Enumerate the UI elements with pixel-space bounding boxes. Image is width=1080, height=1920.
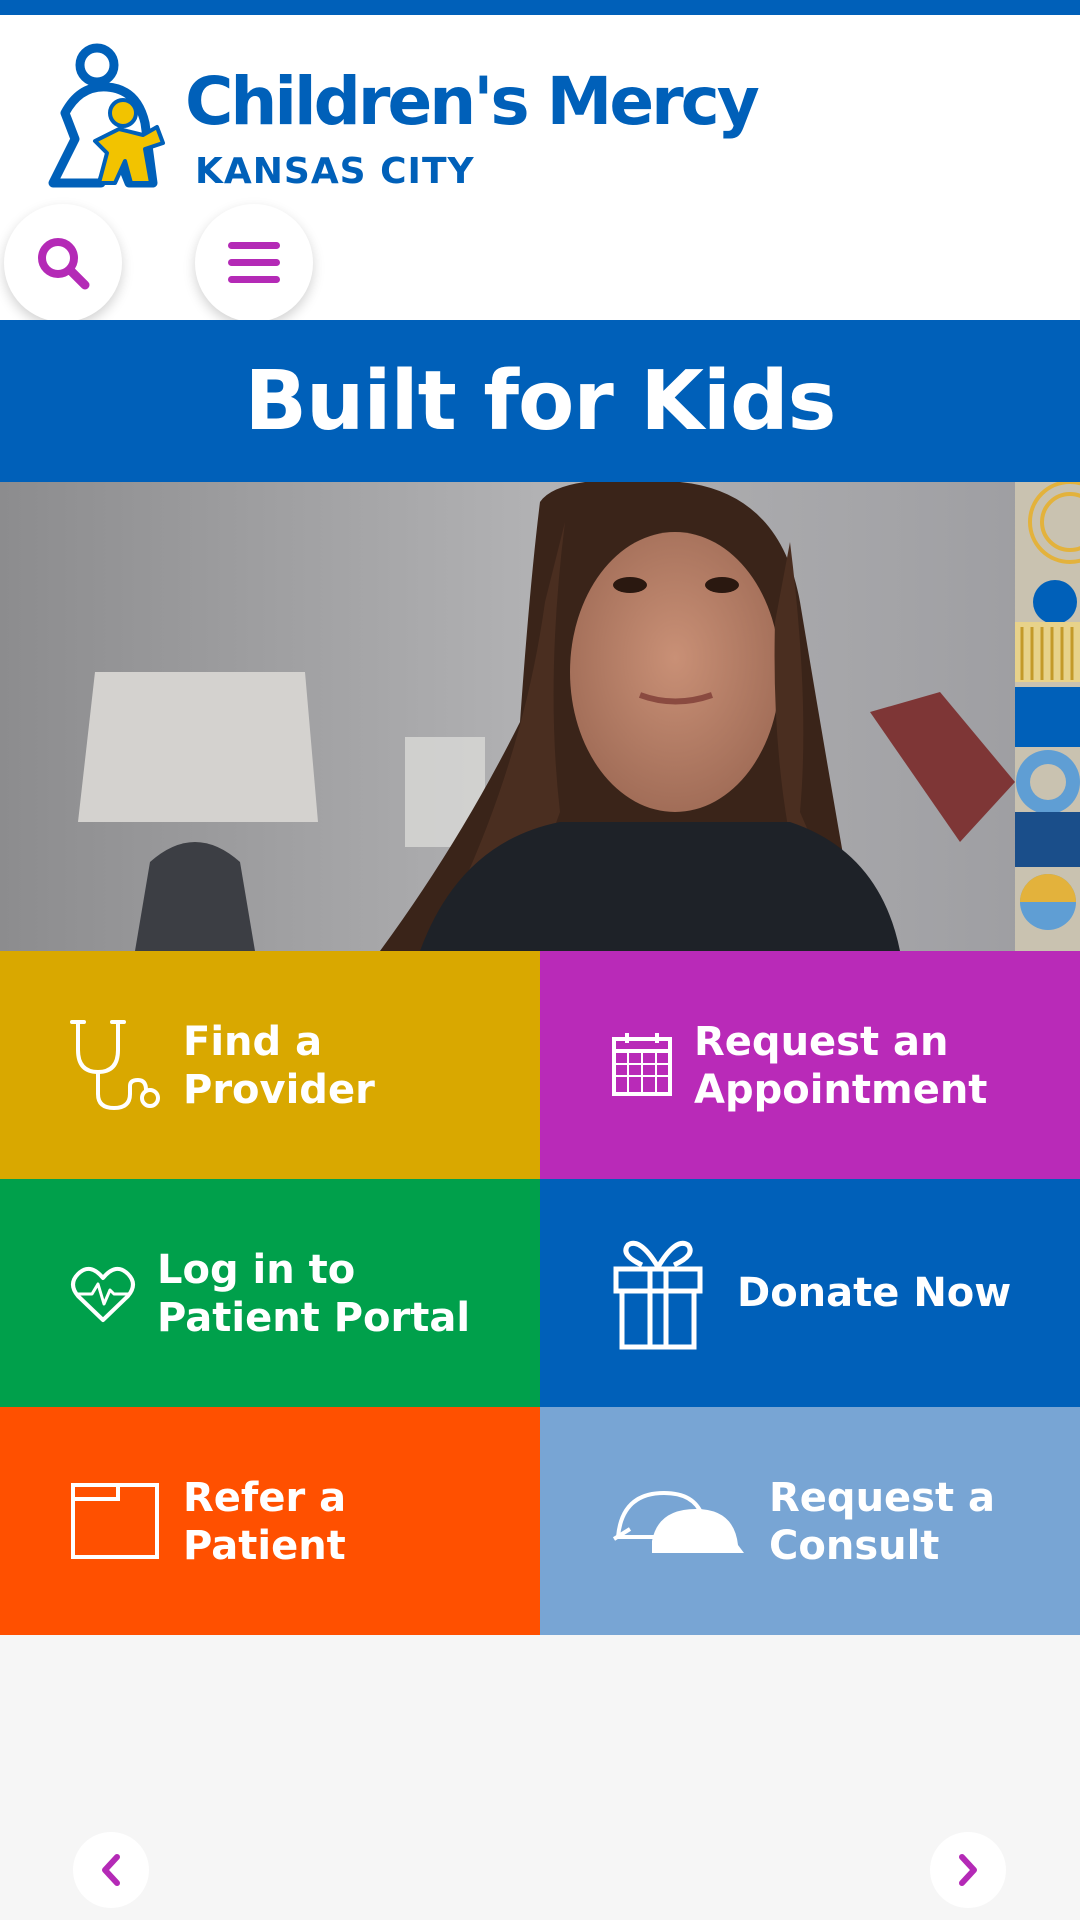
refer-patient-label: Refer a Patient [183, 1474, 523, 1570]
find-provider-label: Find a Provider [183, 1018, 523, 1114]
top-accent-stripe [0, 0, 1080, 15]
find-provider-tile[interactable]: Find a Provider [0, 951, 540, 1179]
donate-now-label-line1: Donate Now [737, 1270, 1012, 1316]
quick-links-grid: Find a Provider Request an Appointment L… [0, 951, 1080, 1635]
patient-portal-tile[interactable]: Log in to Patient Portal [0, 1179, 540, 1407]
request-appointment-label: Request an Appointment [694, 1018, 1034, 1114]
childrens-mercy-logo[interactable]: Children's Mercy KANSAS CITY [45, 43, 760, 203]
chevron-right-icon [959, 1854, 977, 1886]
find-provider-label-line1: Find a [183, 1019, 323, 1065]
logo-mark-icon [48, 43, 165, 188]
request-appointment-label-line2: Appointment [694, 1067, 988, 1113]
carousel-next-button[interactable] [930, 1832, 1006, 1908]
refer-patient-label-line2: Patient [183, 1523, 346, 1569]
find-provider-label-line2: Provider [183, 1067, 375, 1113]
heart-pulse-icon [71, 1266, 135, 1322]
patient-portal-label: Log in to Patient Portal [157, 1246, 497, 1342]
carousel-prev-button[interactable] [73, 1832, 149, 1908]
chat-bubbles-icon [612, 1491, 744, 1553]
request-consult-label-line2: Consult [769, 1523, 940, 1569]
calendar-icon [612, 1033, 672, 1096]
request-appointment-tile[interactable]: Request an Appointment [540, 951, 1080, 1179]
request-consult-label: Request a Consult [769, 1474, 1080, 1570]
chevron-left-icon [102, 1854, 120, 1886]
hero-image [0, 482, 1080, 951]
request-appointment-label-line1: Request an [694, 1019, 949, 1065]
stethoscope-icon [70, 1020, 160, 1111]
hamburger-menu-icon [228, 242, 280, 283]
folder-icon [71, 1483, 159, 1559]
donate-now-label: Donate Now [737, 1269, 1077, 1317]
logo-location-text: KANSAS CITY [195, 151, 475, 192]
hero-banner: Built for Kids [0, 320, 1080, 482]
gift-icon [613, 1240, 703, 1350]
refer-patient-label-line1: Refer a [183, 1475, 347, 1521]
request-consult-tile[interactable]: Request a Consult [540, 1407, 1080, 1635]
logo-name-text: Children's Mercy [185, 63, 760, 140]
patient-portal-label-line1: Log in to [157, 1247, 356, 1293]
refer-patient-tile[interactable]: Refer a Patient [0, 1407, 540, 1635]
search-button[interactable] [4, 204, 122, 322]
patient-portal-label-line2: Patient Portal [157, 1295, 471, 1341]
site-header: Children's Mercy KANSAS CITY [0, 15, 1080, 322]
menu-button[interactable] [195, 204, 313, 322]
search-icon [38, 238, 90, 290]
donate-now-tile[interactable]: Donate Now [540, 1179, 1080, 1407]
carousel-section [0, 1635, 1080, 1920]
request-consult-label-line1: Request a [769, 1475, 996, 1521]
banner-title: Built for Kids [244, 353, 837, 449]
